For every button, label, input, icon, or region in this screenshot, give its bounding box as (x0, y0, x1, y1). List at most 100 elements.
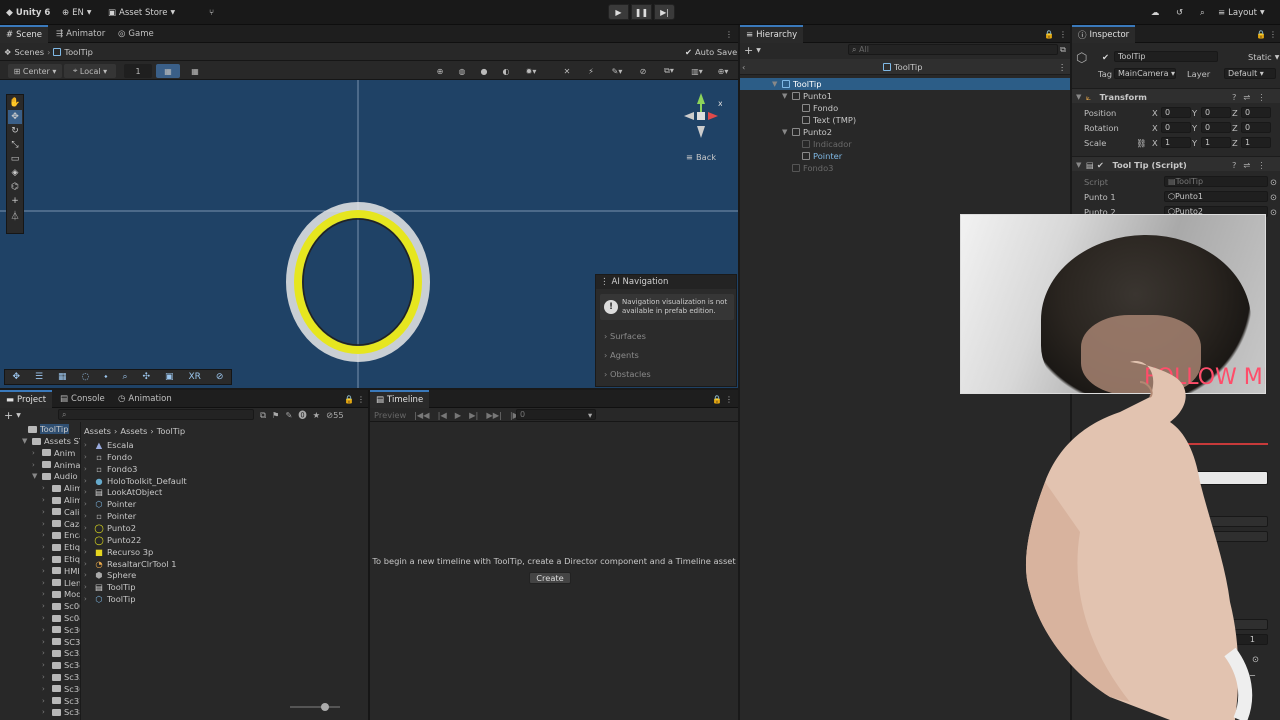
tree-item-root[interactable]: ToolTip (28, 423, 69, 435)
custom-tool-icon[interactable]: ⌬ (8, 180, 22, 194)
lighting-toggle-icon[interactable]: ⚡ (584, 64, 598, 78)
2d-toggle-icon[interactable]: ✕ (560, 64, 574, 78)
tree-item-folder[interactable]: ›Animaci (32, 459, 80, 471)
hierarchy-item[interactable]: Indicador (740, 138, 1070, 150)
probuilder-tool-icon[interactable]: ⏃ (8, 208, 22, 222)
expand-arrow-icon[interactable]: › (84, 465, 91, 473)
tree-item-folder[interactable]: ›Sc34 (42, 659, 80, 671)
tree-item-folder[interactable]: ›Alime (42, 494, 80, 506)
splitter[interactable] (80, 422, 81, 720)
project-menu-icon[interactable]: ⋮ (356, 392, 366, 406)
asset-item[interactable]: › ▫ Fondo (84, 451, 132, 463)
active-checkbox[interactable]: ✔ (1102, 51, 1109, 63)
expand-arrow-icon[interactable]: › (42, 567, 49, 575)
add-tool-icon[interactable]: + (8, 194, 22, 208)
path-assets[interactable]: Assets (84, 426, 111, 436)
expand-arrow-icon[interactable]: › (42, 555, 49, 563)
create-timeline-button[interactable]: Create (529, 572, 571, 584)
tree-item-folder[interactable]: ›Sc36 (42, 683, 80, 695)
rotation-x-field[interactable]: 0 (1161, 122, 1191, 133)
add-object-button[interactable]: + ▼ (744, 44, 761, 57)
icon-size-slider[interactable] (290, 706, 340, 708)
scale-x-field[interactable]: 1 (1161, 137, 1191, 148)
asset-item[interactable]: › ◯ Punto22 (84, 534, 141, 546)
tree-item-folder[interactable]: ›Sc33 (42, 647, 80, 659)
asset-item[interactable]: › ◔ ResaltarClrTool 1 (84, 558, 177, 570)
hierarchy-item[interactable]: ▼ Punto1 (740, 90, 1070, 102)
expand-arrow-icon[interactable]: › (84, 500, 91, 508)
tree-item-folder[interactable]: ›Etiqu (42, 541, 80, 553)
pivot-dropdown[interactable]: ⊞ Center ▾ (8, 64, 62, 78)
tab-hierarchy[interactable]: ≡ Hierarchy (740, 25, 804, 43)
pause-button[interactable]: ❚❚ (631, 4, 652, 20)
hierarchy-item[interactable]: Fondo (740, 102, 1070, 114)
hand-tool-icon[interactable]: ✋ (8, 96, 22, 110)
tab-scene[interactable]: # Scene (0, 25, 49, 43)
nav-section-agents[interactable]: › Agents (604, 350, 639, 360)
create-asset-button[interactable]: + ▼ (4, 409, 21, 422)
expand-arrow-icon[interactable]: ▼ (32, 472, 39, 480)
path-assets-sub[interactable]: Assets (120, 426, 147, 436)
script-component-header[interactable]: ▼ ▤ ✔ Tool Tip (Script) ? ⇌ ⋮ (1072, 156, 1280, 171)
orientation-gizmo[interactable]: x (682, 88, 722, 138)
tree-item-folder[interactable]: ›Sc00 (42, 600, 80, 612)
position-y-field[interactable]: 0 (1201, 107, 1231, 118)
tree-item-folder[interactable]: ›Etiqu (42, 553, 80, 565)
path-tooltip[interactable]: ToolTip (157, 426, 186, 436)
xr-icon[interactable]: XR (188, 372, 200, 382)
asset-item[interactable]: › ▫ Fondo3 (84, 463, 137, 475)
asset-item[interactable]: › ● HoloToolkit_Default (84, 475, 187, 487)
expand-arrow-icon[interactable]: ▼ (22, 437, 29, 445)
nav-section-surfaces[interactable]: › Surfaces (604, 331, 646, 341)
paint-icon[interactable]: ⬩ (104, 372, 107, 382)
frame-field[interactable]: 0 (516, 409, 596, 420)
scene-visibility-icon[interactable]: ⧉ (1058, 43, 1068, 57)
asset-item[interactable]: › ■ Recurso 3p (84, 546, 153, 558)
expand-arrow-icon[interactable]: › (84, 595, 91, 603)
prefab-menu-icon[interactable]: ⋮ (1058, 61, 1066, 73)
tree-item-folder[interactable]: ▼ Audio (32, 470, 78, 482)
asset-store-dropdown[interactable]: ▣ Asset Store ▼ (108, 6, 175, 19)
tree-item-folder[interactable]: › HMI (42, 565, 80, 577)
expand-arrow-icon[interactable]: › (84, 512, 91, 520)
hidden-objects-icon[interactable]: ⊘ (636, 64, 650, 78)
component-actions[interactable]: ? ⇌ ⋮ (1232, 91, 1266, 103)
align-icon[interactable]: ☰ (35, 372, 43, 382)
wireframe-icon[interactable]: ◍ (455, 64, 469, 78)
lock-icon[interactable]: 🔒 (1256, 27, 1266, 41)
playback-controls[interactable]: |◀◀|◀▶▶|▶▶||▶| (414, 409, 522, 421)
expand-arrow-icon[interactable]: › (42, 531, 49, 539)
transform-header[interactable]: ▼ ⟀ Transform ? ⇌ ⋮ (1072, 88, 1280, 103)
expand-arrow-icon[interactable]: › (84, 524, 91, 532)
expand-arrow-icon[interactable]: › (84, 583, 91, 591)
expand-arrow-icon[interactable]: › (42, 520, 49, 528)
camera-settings-icon[interactable]: ▥▾ (686, 64, 708, 78)
rotation-y-field[interactable]: 0 (1201, 122, 1231, 133)
asset-item[interactable]: › ⬡ ToolTip (84, 593, 136, 605)
expand-arrow-icon[interactable]: › (42, 661, 49, 669)
expand-arrow-icon[interactable]: › (84, 548, 91, 556)
tree-item-folder[interactable]: ›Calidr (42, 506, 80, 518)
hierarchy-item[interactable]: ▼ ToolTip (740, 78, 1070, 90)
tree-item-folder[interactable]: ›Sc04 (42, 612, 80, 624)
tree-item-folder[interactable]: ›Sc30 (42, 624, 80, 636)
tree-item-folder[interactable]: ›Alime (42, 482, 80, 494)
expand-arrow-icon[interactable]: › (84, 441, 91, 449)
project-search-input[interactable]: ⌕ (58, 409, 254, 420)
shaded-icon[interactable]: ● (477, 64, 491, 78)
play-button[interactable]: ▶ (608, 4, 629, 20)
timeline-menu-icon[interactable]: ⋮ (724, 392, 734, 406)
scene-view[interactable]: ✋ ✥ ↻ ⤡ ▭ ◈ ⌬ + ⏃ x ≡ Back ⋮ AI Navigatio… (0, 80, 738, 388)
expand-arrow-icon[interactable]: › (84, 477, 91, 485)
draw-mode-icon[interactable]: ⊕ (433, 64, 447, 78)
tree-item-folder[interactable]: ›Encaj (42, 529, 80, 541)
lit-icon[interactable]: ◐ (499, 64, 513, 78)
object-reference-field[interactable]: ⬡ Punto1 (1164, 191, 1268, 202)
lock-icon[interactable]: 🔒 (712, 392, 722, 406)
hierarchy-item[interactable]: Pointer (740, 150, 1070, 162)
lock-icon[interactable]: 🔒 (1044, 27, 1054, 41)
asset-item[interactable]: › ▫ Pointer (84, 510, 136, 522)
transform-tool-icon[interactable]: ◈ (8, 166, 22, 180)
hierarchy-item[interactable]: ▼ Punto2 (740, 126, 1070, 138)
language-dropdown[interactable]: ⊕ EN ▼ (62, 6, 91, 19)
